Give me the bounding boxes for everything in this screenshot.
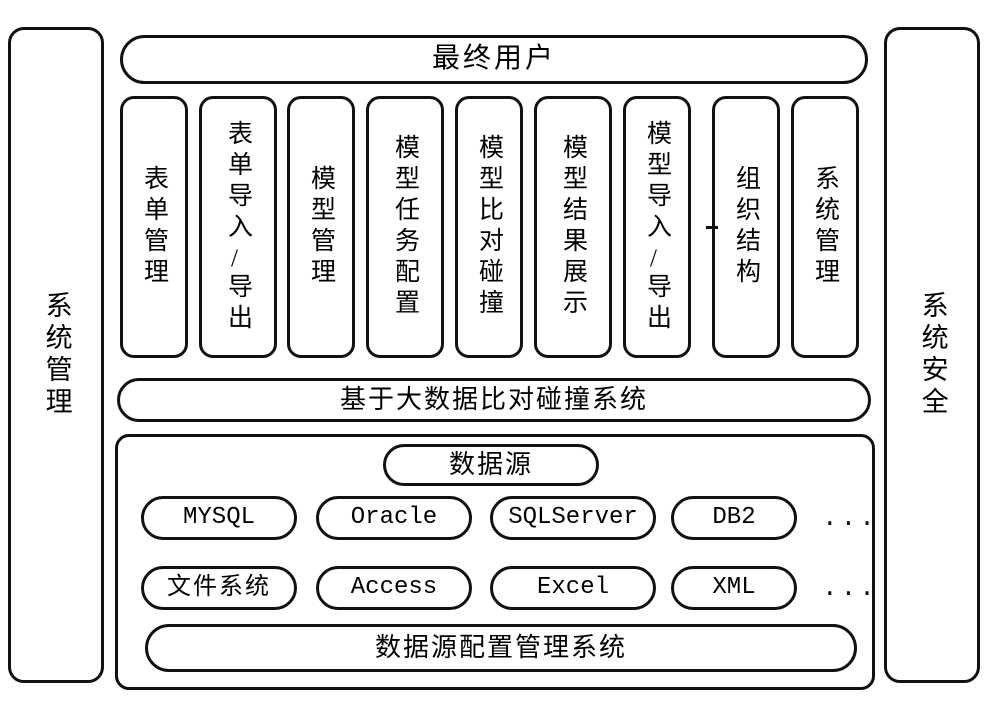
- datasource-chip-label: Excel: [536, 574, 609, 602]
- datasource-config-management-bar: 数据源配置管理系统: [145, 624, 857, 672]
- datasource-chip-file-system: 文件系统: [141, 566, 297, 610]
- function-column-label: 模型管理: [307, 165, 335, 289]
- datasource-chip-label: SQLServer: [508, 504, 638, 532]
- function-column-label: 模型比对碰撞: [475, 134, 503, 320]
- datasource-chip-db2: DB2: [671, 496, 797, 540]
- datasource-chip-label: Oracle: [350, 504, 438, 532]
- function-column-label: 表单导入/导出: [224, 119, 252, 335]
- datasource-chip-label: DB2: [712, 504, 756, 532]
- architecture-diagram: 系统管理 系统安全 最终用户 表单管理 表单导入/导出 模型管理 模型任务配置 …: [0, 0, 1000, 708]
- end-user-label: 最终用户: [431, 43, 556, 75]
- middle-layer-label: 基于大数据比对碰撞系统: [339, 384, 648, 414]
- datasource-chip-excel: Excel: [490, 566, 656, 610]
- function-column-model-import-export: 模型导入/导出: [623, 96, 691, 358]
- end-user-banner: 最终用户: [120, 35, 868, 84]
- data-source-title-label: 数据源: [448, 449, 533, 479]
- pillar-system-management: 系统管理: [8, 27, 104, 683]
- datasource-chip-label: MYSQL: [182, 504, 255, 532]
- datasource-row1-ellipsis: ...: [822, 503, 878, 533]
- function-column-organization-structure: 组织结构: [712, 96, 780, 358]
- function-column-label: 模型结果展示: [559, 134, 587, 320]
- datasource-chip-label: Access: [350, 574, 438, 602]
- big-data-comparison-system-banner: 基于大数据比对碰撞系统: [117, 378, 871, 422]
- datasource-config-label: 数据源配置管理系统: [374, 632, 627, 662]
- pillar-left-label: 系统管理: [41, 291, 72, 419]
- datasource-chip-mysql: MYSQL: [141, 496, 297, 540]
- function-column-model-task-config: 模型任务配置: [366, 96, 444, 358]
- function-column-model-management: 模型管理: [287, 96, 355, 358]
- function-column-system-management: 系统管理: [791, 96, 859, 358]
- function-column-model-comparison-collision: 模型比对碰撞: [455, 96, 523, 358]
- function-column-model-result-display: 模型结果展示: [534, 96, 612, 358]
- function-column-label: 模型任务配置: [391, 134, 419, 320]
- function-column-label: 组织结构: [732, 165, 760, 289]
- datasource-chip-sqlserver: SQLServer: [490, 496, 656, 540]
- function-column-label: 表单管理: [140, 165, 168, 289]
- datasource-chip-xml: XML: [671, 566, 797, 610]
- function-column-form-import-export: 表单导入/导出: [199, 96, 277, 358]
- function-column-form-management: 表单管理: [120, 96, 188, 358]
- connector-tick: [706, 226, 718, 229]
- datasource-chip-oracle: Oracle: [316, 496, 472, 540]
- pillar-system-security: 系统安全: [884, 27, 980, 683]
- datasource-chip-access: Access: [316, 566, 472, 610]
- function-column-label: 系统管理: [811, 165, 839, 289]
- data-source-title-box: 数据源: [383, 444, 599, 486]
- pillar-right-label: 系统安全: [917, 291, 948, 419]
- function-column-label: 模型导入/导出: [643, 119, 671, 335]
- datasource-chip-label: 文件系统: [167, 574, 271, 601]
- datasource-row2-ellipsis: ...: [822, 573, 878, 603]
- datasource-chip-label: XML: [712, 574, 756, 602]
